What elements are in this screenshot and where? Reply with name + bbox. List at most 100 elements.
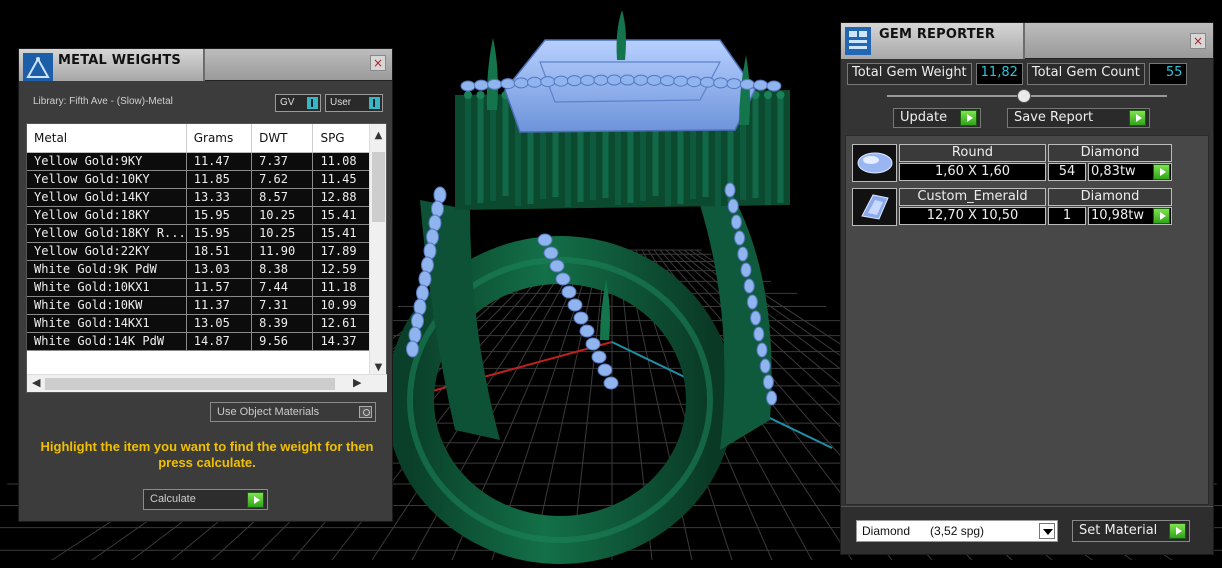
table-cell: 11.18 [312, 278, 371, 297]
table-cell: 7.31 [251, 296, 314, 315]
chevron-down-icon[interactable] [1039, 523, 1055, 539]
table-cell: White Gold:14KX1 [27, 314, 187, 333]
table-cell: 10.25 [251, 224, 314, 243]
table-row[interactable]: Yellow Gold:22KY 18.51 11.90 17.89 [27, 242, 371, 261]
table-cell: 7.62 [251, 170, 314, 189]
library-label: Library: Fifth Ave - (Slow)-Metal [33, 96, 173, 107]
column-header[interactable]: SPG [312, 124, 371, 153]
gem-row[interactable]: Custom_Emerald Diamond 12,70 X 10,50 1 1… [852, 188, 1174, 226]
material-select[interactable]: Diamond (3,52 spg) [856, 520, 1058, 542]
use-object-materials-toggle[interactable]: Use Object Materials [210, 402, 376, 422]
table-row[interactable]: Yellow Gold:18KY R... 15.95 10.25 15.41 [27, 224, 371, 243]
set-material-button[interactable]: Set Material [1072, 520, 1190, 542]
table-cell: 12.88 [312, 188, 371, 207]
table-cell: 7.44 [251, 278, 314, 297]
table-cell: 15.41 [312, 206, 371, 225]
play-icon [247, 492, 264, 508]
save-report-button[interactable]: Save Report [1007, 108, 1150, 128]
gem-weight-cell[interactable]: 10,98tw [1088, 207, 1172, 225]
table-cell: 11.37 [186, 296, 253, 315]
ring-model[interactable] [386, 10, 791, 564]
metal-table-container[interactable]: Metal Grams DWT SPG Yellow Gold:9KY 11.47 7.3… [26, 123, 387, 393]
table-row[interactable]: Yellow Gold:14KY 13.33 8.57 12.88 [27, 188, 371, 207]
table-cell: 14.87 [186, 332, 253, 351]
scroll-thumb[interactable] [45, 378, 335, 390]
gem-reporter-app-icon [845, 27, 871, 55]
column-header[interactable]: DWT [251, 124, 314, 153]
gem-reporter-titlebar[interactable]: GEM REPORTER × [841, 23, 1213, 59]
slider-knob[interactable] [1017, 89, 1031, 103]
close-icon[interactable]: × [370, 55, 386, 71]
update-label: Update [900, 110, 948, 125]
table-row[interactable]: White Gold:10KX1 11.57 7.44 11.18 [27, 278, 371, 297]
table-cell: 11.57 [186, 278, 253, 297]
table-row[interactable]: White Gold:9K PdW 13.03 8.38 12.59 [27, 260, 371, 279]
table-cell: 11.45 [312, 170, 371, 189]
scroll-left-icon[interactable]: ◀ [32, 376, 40, 389]
column-header[interactable]: Grams [186, 124, 253, 153]
horizontal-scrollbar[interactable]: ◀ ▶ [27, 374, 387, 392]
metal-weights-titlebar[interactable]: METAL WEIGHTS × [19, 49, 392, 81]
gem-count: 54 [1048, 163, 1086, 181]
user-toggle[interactable]: User [325, 94, 383, 112]
radio-icon [359, 406, 372, 418]
scroll-thumb[interactable] [372, 152, 385, 222]
table-cell: 18.51 [186, 242, 253, 261]
table-row[interactable]: White Gold:14K PdW 14.87 9.56 14.37 [27, 332, 371, 351]
play-icon [960, 110, 977, 126]
table-row[interactable]: Yellow Gold:10KY 11.85 7.62 11.45 [27, 170, 371, 189]
play-icon[interactable] [1153, 208, 1170, 224]
gem-reporter-panel: GEM REPORTER × Total Gem Weight 11,82 To… [840, 22, 1214, 555]
table-cell: 12.59 [312, 260, 371, 279]
table-cell: 11.08 [312, 152, 371, 171]
gem-weight: 0,83tw [1091, 164, 1136, 179]
gem-weight-cell[interactable]: 0,83tw [1088, 163, 1172, 181]
gem-row[interactable]: Round Diamond 1,60 X 1,60 54 0,83tw [852, 144, 1174, 182]
table-cell: 10.25 [251, 206, 314, 225]
column-header[interactable]: Metal [27, 124, 187, 153]
scroll-right-icon[interactable]: ▶ [353, 376, 361, 389]
metal-weights-panel: METAL WEIGHTS × Library: Fifth Ave - (Sl… [18, 48, 393, 522]
total-gem-count-label: Total Gem Count [1026, 63, 1145, 85]
metal-table[interactable]: Metal Grams DWT SPG Yellow Gold:9KY 11.47 7.3… [27, 124, 371, 351]
vertical-scrollbar[interactable]: ▲ ▼ [369, 124, 386, 376]
instruction-text: Highlight the item you want to find the … [40, 439, 374, 470]
emerald-gem-icon [852, 188, 897, 226]
gem-weight: 10,98tw [1091, 208, 1144, 223]
table-cell: Yellow Gold:18KY R... [27, 224, 187, 243]
table-cell: 10.99 [312, 296, 371, 315]
material-select-value: Diamond (3,52 spg) [862, 524, 985, 538]
round-gem-icon [852, 144, 897, 182]
table-cell: 8.39 [251, 314, 314, 333]
total-gem-count-value: 55 [1148, 63, 1188, 85]
table-cell: 7.37 [251, 152, 314, 171]
gv-toggle[interactable]: GV [275, 94, 321, 112]
table-row[interactable]: White Gold:10KW 11.37 7.31 10.99 [27, 296, 371, 315]
gem-list[interactable]: Round Diamond 1,60 X 1,60 54 0,83tw Cust… [845, 135, 1209, 505]
table-cell: 11.90 [251, 242, 314, 261]
gem-footer: Diamond (3,52 spg) Set Material [841, 506, 1213, 554]
play-icon[interactable] [1153, 164, 1170, 180]
update-button[interactable]: Update [893, 108, 981, 128]
table-cell: 11.85 [186, 170, 253, 189]
panel-slider[interactable] [887, 89, 1167, 103]
table-cell: 15.95 [186, 206, 253, 225]
title-tab: METAL WEIGHTS [19, 49, 205, 81]
table-cell: 13.05 [186, 314, 253, 333]
table-row[interactable]: Yellow Gold:18KY 15.95 10.25 15.41 [27, 206, 371, 225]
gem-stats-row: Total Gem Weight 11,82 Total Gem Count 5… [847, 63, 1188, 85]
gem-size: 12,70 X 10,50 [899, 207, 1046, 225]
gem-material: Diamond [1048, 188, 1172, 206]
table-cell: 11.47 [186, 152, 253, 171]
play-icon [1169, 523, 1186, 539]
table-row[interactable]: Yellow Gold:9KY 11.47 7.37 11.08 [27, 152, 371, 171]
close-icon[interactable]: × [1190, 33, 1206, 49]
table-cell: Yellow Gold:9KY [27, 152, 187, 171]
table-row[interactable]: White Gold:14KX1 13.05 8.39 12.61 [27, 314, 371, 333]
calculate-button[interactable]: Calculate [143, 489, 268, 510]
calculate-label: Calculate [150, 493, 196, 505]
table-cell: 13.33 [186, 188, 253, 207]
table-cell: Yellow Gold:14KY [27, 188, 187, 207]
scroll-up-icon[interactable]: ▲ [370, 128, 387, 144]
toggle-indicator-icon [369, 97, 380, 109]
